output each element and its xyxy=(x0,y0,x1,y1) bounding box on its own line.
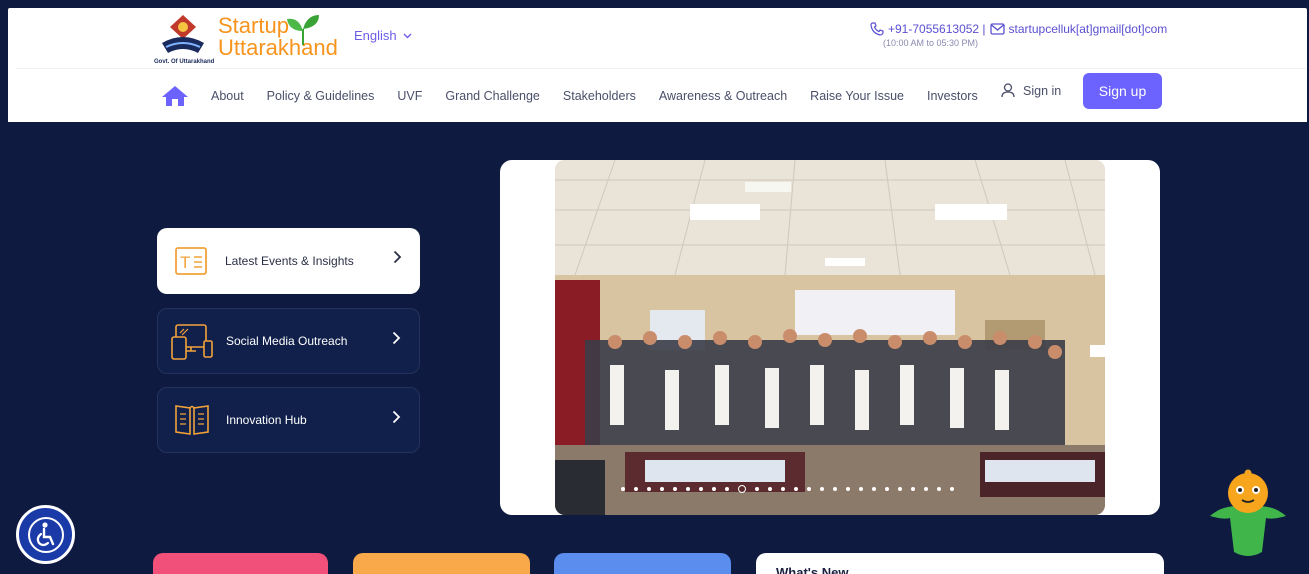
menu-card-innovation-hub[interactable]: Innovation Hub xyxy=(157,387,420,453)
devices-icon xyxy=(170,321,214,361)
chevron-right-icon xyxy=(392,410,401,424)
carousel-dot[interactable] xyxy=(738,485,746,493)
chatbot-button[interactable] xyxy=(1206,468,1290,558)
nav-about[interactable]: About xyxy=(211,89,244,103)
language-label: English xyxy=(354,28,397,43)
user-icon xyxy=(1001,83,1015,98)
whats-new-title: What's New xyxy=(776,565,849,574)
nav-uvf[interactable]: UVF xyxy=(397,89,422,103)
carousel-dot[interactable] xyxy=(807,487,811,491)
language-selector[interactable]: English xyxy=(354,28,412,43)
office-hours: (10:00 AM to 05:30 PM) xyxy=(883,38,979,48)
carousel-dot[interactable] xyxy=(634,487,638,491)
uttarakhand-emblem-icon: Govt. Of Uttarakhand xyxy=(154,13,214,65)
carousel-dot[interactable] xyxy=(872,487,876,491)
chevron-right-icon xyxy=(393,250,402,264)
menu-card-latest-events[interactable]: T Latest Events & Insights xyxy=(157,228,420,294)
carousel-dot[interactable] xyxy=(911,487,915,491)
phone-icon xyxy=(870,22,884,36)
carousel-dot[interactable] xyxy=(924,487,928,491)
carousel-dot[interactable] xyxy=(833,487,837,491)
carousel-dot[interactable] xyxy=(859,487,863,491)
carousel-dot[interactable] xyxy=(768,487,772,491)
nav-stakeholders[interactable]: Stakeholders xyxy=(563,89,636,103)
chevron-right-icon xyxy=(392,331,401,345)
nav-investors[interactable]: Investors xyxy=(927,89,978,103)
nav-policy-guidelines[interactable]: Policy & Guidelines xyxy=(267,89,375,103)
stat-tile-blue[interactable] xyxy=(554,553,731,574)
carousel-dot[interactable] xyxy=(820,487,824,491)
carousel-dot[interactable] xyxy=(781,487,785,491)
menu-card-social-media[interactable]: Social Media Outreach xyxy=(157,308,420,374)
stat-tile-pink[interactable] xyxy=(153,553,328,574)
carousel-dot[interactable] xyxy=(673,487,677,491)
menu-card-label: Social Media Outreach xyxy=(226,334,348,348)
email-address[interactable]: startupcelluk[at]gmail[dot]com xyxy=(1009,22,1168,36)
accessibility-button[interactable] xyxy=(16,505,75,564)
carousel-dot[interactable] xyxy=(647,487,651,491)
carousel-dot[interactable] xyxy=(846,487,850,491)
carousel-dot[interactable] xyxy=(898,487,902,491)
svg-text:T: T xyxy=(180,253,190,272)
carousel-dot[interactable] xyxy=(660,487,664,491)
phone-number[interactable]: +91-7055613052 | xyxy=(888,22,986,36)
sign-in-label: Sign in xyxy=(1023,83,1062,98)
image-carousel[interactable] xyxy=(500,160,1160,515)
whats-new-panel: What's New xyxy=(756,553,1164,574)
carousel-dot[interactable] xyxy=(686,487,690,491)
carousel-dot[interactable] xyxy=(621,487,625,491)
chevron-down-icon xyxy=(403,33,412,38)
carousel-dot[interactable] xyxy=(725,487,729,491)
menu-card-label: Innovation Hub xyxy=(226,413,307,427)
stat-tile-orange[interactable] xyxy=(353,553,530,574)
nav-grand-challenge[interactable]: Grand Challenge xyxy=(445,89,540,103)
home-icon[interactable] xyxy=(161,84,191,108)
chatbot-icon xyxy=(1210,469,1286,556)
main-nav: About Policy & Guidelines UVF Grand Chal… xyxy=(161,78,1001,114)
sign-up-button[interactable]: Sign up xyxy=(1083,73,1162,109)
contact-info: +91-7055613052 | startupcelluk[at]gmail[… xyxy=(870,22,1168,48)
book-icon xyxy=(170,400,214,440)
carousel-dot[interactable] xyxy=(794,487,798,491)
site-header: Govt. Of Uttarakhand Startup Uttarakhand… xyxy=(8,8,1307,122)
carousel-dot[interactable] xyxy=(712,487,716,491)
nav-raise-issue[interactable]: Raise Your Issue xyxy=(810,89,904,103)
carousel-dot[interactable] xyxy=(699,487,703,491)
carousel-slide-image xyxy=(555,160,1105,515)
carousel-dot[interactable] xyxy=(937,487,941,491)
header-divider xyxy=(16,68,1306,69)
leaf-icon xyxy=(287,15,319,45)
carousel-dot[interactable] xyxy=(885,487,889,491)
carousel-dot[interactable] xyxy=(950,487,954,491)
emblem-caption: Govt. Of Uttarakhand xyxy=(154,59,215,65)
carousel-dot[interactable] xyxy=(755,487,759,491)
events-icon: T xyxy=(169,241,213,281)
nav-awareness-outreach[interactable]: Awareness & Outreach xyxy=(659,89,787,103)
accessibility-icon xyxy=(27,516,64,553)
sign-in-link[interactable]: Sign in xyxy=(1001,83,1061,98)
mail-icon xyxy=(989,23,1005,35)
menu-card-label: Latest Events & Insights xyxy=(225,254,354,268)
site-logo[interactable]: Govt. Of Uttarakhand Startup Uttarakhand xyxy=(154,13,338,66)
carousel-indicators xyxy=(621,485,954,493)
